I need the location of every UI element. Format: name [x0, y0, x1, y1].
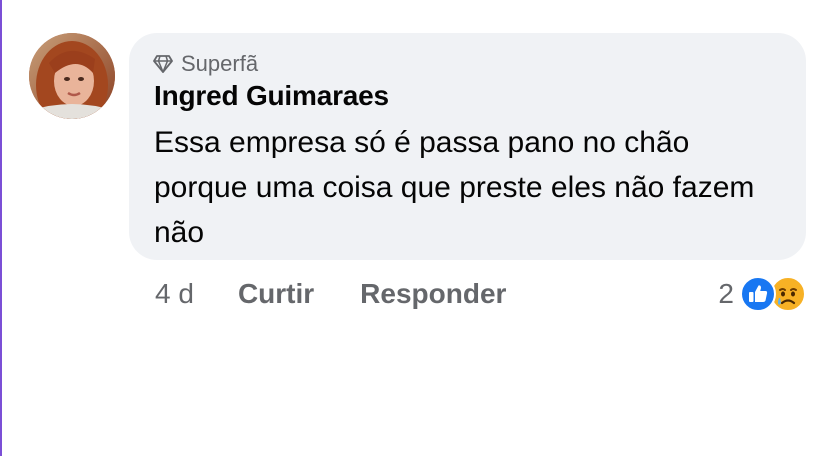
timestamp[interactable]: 4 d [155, 278, 194, 310]
comment-bubble: Superfã Ingred Guimaraes Essa empresa só… [129, 33, 806, 260]
like-button[interactable]: Curtir [238, 278, 314, 310]
comment-text: Essa empresa só é passa pano no chão por… [154, 126, 755, 249]
window-edge [0, 0, 2, 456]
reply-button[interactable]: Responder [360, 278, 506, 310]
avatar[interactable] [29, 33, 115, 119]
top-fan-badge: Superfã [153, 50, 258, 78]
diamond-icon [153, 55, 173, 73]
comment-actions: 4 d Curtir Responder [155, 274, 552, 314]
reaction-count: 2 [718, 278, 734, 309]
like-icon [740, 276, 776, 312]
badge-label: Superfã [181, 51, 259, 76]
reactions-summary[interactable]: 2 [718, 274, 806, 314]
reaction-icons [740, 276, 806, 312]
author-name[interactable]: Ingred Guimaraes [154, 80, 389, 112]
avatar-photo [29, 33, 115, 119]
